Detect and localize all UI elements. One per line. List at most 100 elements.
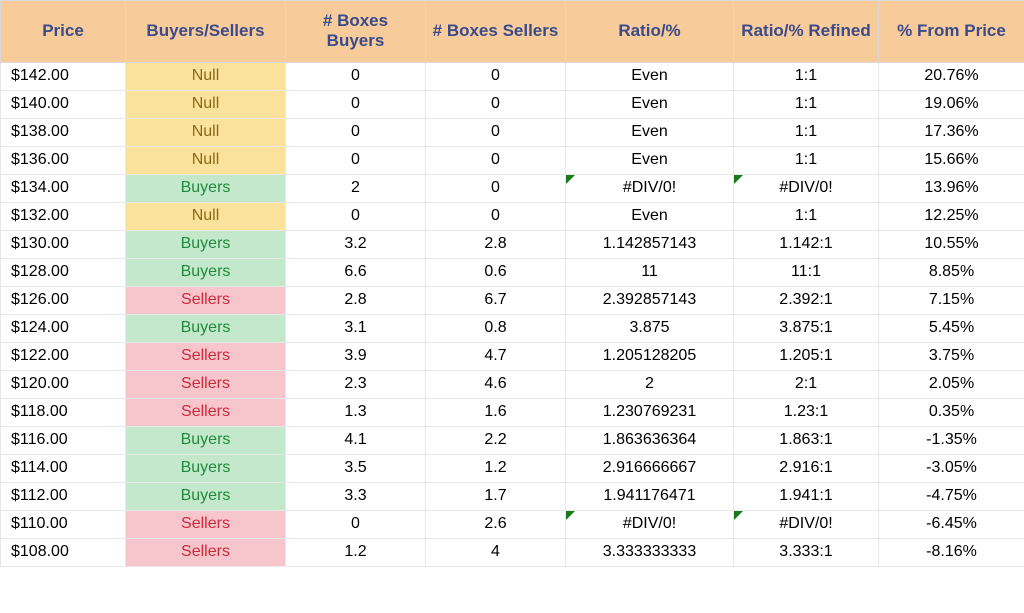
cell-boxes-sellers[interactable]: 0 bbox=[426, 118, 566, 146]
cell-ratio-refined[interactable]: #DIV/0! bbox=[734, 510, 879, 538]
cell-from-price[interactable]: -3.05% bbox=[879, 454, 1024, 482]
cell-price[interactable]: $110.00 bbox=[1, 510, 126, 538]
table-row[interactable]: $116.00Buyers4.12.21.8636363641.863:1-1.… bbox=[1, 426, 1024, 454]
cell-price[interactable]: $126.00 bbox=[1, 286, 126, 314]
table-row[interactable]: $142.00Null00Even1:120.76% bbox=[1, 62, 1024, 90]
cell-buyers-sellers[interactable]: Sellers bbox=[126, 510, 286, 538]
cell-price[interactable]: $120.00 bbox=[1, 370, 126, 398]
cell-ratio-refined[interactable]: 2.916:1 bbox=[734, 454, 879, 482]
header-ratio[interactable]: Ratio/% bbox=[566, 1, 734, 63]
header-price[interactable]: Price bbox=[1, 1, 126, 63]
table-row[interactable]: $130.00Buyers3.22.81.1428571431.142:110.… bbox=[1, 230, 1024, 258]
cell-ratio-refined[interactable]: 3.875:1 bbox=[734, 314, 879, 342]
cell-boxes-sellers[interactable]: 4.6 bbox=[426, 370, 566, 398]
cell-price[interactable]: $136.00 bbox=[1, 146, 126, 174]
cell-boxes-buyers[interactable]: 3.3 bbox=[286, 482, 426, 510]
cell-ratio-refined[interactable]: 1:1 bbox=[734, 118, 879, 146]
table-row[interactable]: $136.00Null00Even1:115.66% bbox=[1, 146, 1024, 174]
header-boxes-sellers[interactable]: # Boxes Sellers bbox=[426, 1, 566, 63]
cell-from-price[interactable]: 20.76% bbox=[879, 62, 1024, 90]
cell-from-price[interactable]: 15.66% bbox=[879, 146, 1024, 174]
cell-boxes-sellers[interactable]: 2.8 bbox=[426, 230, 566, 258]
cell-boxes-sellers[interactable]: 4.7 bbox=[426, 342, 566, 370]
cell-buyers-sellers[interactable]: Buyers bbox=[126, 174, 286, 202]
cell-price[interactable]: $140.00 bbox=[1, 90, 126, 118]
cell-buyers-sellers[interactable]: Sellers bbox=[126, 370, 286, 398]
cell-ratio[interactable]: Even bbox=[566, 62, 734, 90]
cell-ratio[interactable]: Even bbox=[566, 146, 734, 174]
table-row[interactable]: $122.00Sellers3.94.71.2051282051.205:13.… bbox=[1, 342, 1024, 370]
cell-ratio[interactable]: Even bbox=[566, 202, 734, 230]
cell-ratio-refined[interactable]: 1.142:1 bbox=[734, 230, 879, 258]
cell-from-price[interactable]: 3.75% bbox=[879, 342, 1024, 370]
cell-ratio-refined[interactable]: 1.941:1 bbox=[734, 482, 879, 510]
table-row[interactable]: $108.00Sellers1.243.3333333333.333:1-8.1… bbox=[1, 538, 1024, 566]
cell-boxes-sellers[interactable]: 0 bbox=[426, 62, 566, 90]
cell-price[interactable]: $134.00 bbox=[1, 174, 126, 202]
cell-ratio[interactable]: 2.392857143 bbox=[566, 286, 734, 314]
table-row[interactable]: $114.00Buyers3.51.22.9166666672.916:1-3.… bbox=[1, 454, 1024, 482]
cell-boxes-buyers[interactable]: 0 bbox=[286, 118, 426, 146]
table-row[interactable]: $126.00Sellers2.86.72.3928571432.392:17.… bbox=[1, 286, 1024, 314]
cell-ratio-refined[interactable]: 3.333:1 bbox=[734, 538, 879, 566]
cell-boxes-sellers[interactable]: 1.6 bbox=[426, 398, 566, 426]
cell-from-price[interactable]: 17.36% bbox=[879, 118, 1024, 146]
cell-from-price[interactable]: 7.15% bbox=[879, 286, 1024, 314]
cell-price[interactable]: $114.00 bbox=[1, 454, 126, 482]
cell-ratio[interactable]: Even bbox=[566, 118, 734, 146]
cell-price[interactable]: $132.00 bbox=[1, 202, 126, 230]
cell-boxes-buyers[interactable]: 1.3 bbox=[286, 398, 426, 426]
cell-boxes-sellers[interactable]: 0.8 bbox=[426, 314, 566, 342]
cell-from-price[interactable]: 19.06% bbox=[879, 90, 1024, 118]
cell-price[interactable]: $130.00 bbox=[1, 230, 126, 258]
cell-ratio[interactable]: 2 bbox=[566, 370, 734, 398]
cell-price[interactable]: $122.00 bbox=[1, 342, 126, 370]
cell-boxes-sellers[interactable]: 1.2 bbox=[426, 454, 566, 482]
cell-boxes-buyers[interactable]: 2 bbox=[286, 174, 426, 202]
cell-ratio-refined[interactable]: #DIV/0! bbox=[734, 174, 879, 202]
cell-boxes-sellers[interactable]: 0 bbox=[426, 174, 566, 202]
cell-boxes-buyers[interactable]: 4.1 bbox=[286, 426, 426, 454]
cell-buyers-sellers[interactable]: Sellers bbox=[126, 342, 286, 370]
header-ratio-refined[interactable]: Ratio/% Refined bbox=[734, 1, 879, 63]
cell-boxes-buyers[interactable]: 2.8 bbox=[286, 286, 426, 314]
cell-boxes-sellers[interactable]: 0 bbox=[426, 202, 566, 230]
table-row[interactable]: $120.00Sellers2.34.622:12.05% bbox=[1, 370, 1024, 398]
cell-from-price[interactable]: 12.25% bbox=[879, 202, 1024, 230]
cell-price[interactable]: $112.00 bbox=[1, 482, 126, 510]
cell-boxes-sellers[interactable]: 1.7 bbox=[426, 482, 566, 510]
cell-ratio-refined[interactable]: 1.205:1 bbox=[734, 342, 879, 370]
cell-boxes-buyers[interactable]: 3.2 bbox=[286, 230, 426, 258]
cell-from-price[interactable]: -6.45% bbox=[879, 510, 1024, 538]
cell-ratio[interactable]: 1.863636364 bbox=[566, 426, 734, 454]
cell-buyers-sellers[interactable]: Buyers bbox=[126, 426, 286, 454]
cell-boxes-buyers[interactable]: 0 bbox=[286, 510, 426, 538]
cell-ratio-refined[interactable]: 1.863:1 bbox=[734, 426, 879, 454]
cell-from-price[interactable]: 10.55% bbox=[879, 230, 1024, 258]
cell-ratio[interactable]: 2.916666667 bbox=[566, 454, 734, 482]
cell-ratio[interactable]: 1.142857143 bbox=[566, 230, 734, 258]
cell-ratio-refined[interactable]: 1.23:1 bbox=[734, 398, 879, 426]
cell-boxes-sellers[interactable]: 2.6 bbox=[426, 510, 566, 538]
header-buyers-sellers[interactable]: Buyers/Sellers bbox=[126, 1, 286, 63]
cell-boxes-buyers[interactable]: 0 bbox=[286, 202, 426, 230]
cell-buyers-sellers[interactable]: Buyers bbox=[126, 230, 286, 258]
cell-ratio-refined[interactable]: 2.392:1 bbox=[734, 286, 879, 314]
cell-buyers-sellers[interactable]: Sellers bbox=[126, 286, 286, 314]
cell-buyers-sellers[interactable]: Null bbox=[126, 118, 286, 146]
cell-from-price[interactable]: -4.75% bbox=[879, 482, 1024, 510]
cell-price[interactable]: $116.00 bbox=[1, 426, 126, 454]
cell-boxes-buyers[interactable]: 3.5 bbox=[286, 454, 426, 482]
cell-from-price[interactable]: 5.45% bbox=[879, 314, 1024, 342]
cell-buyers-sellers[interactable]: Buyers bbox=[126, 258, 286, 286]
cell-ratio-refined[interactable]: 2:1 bbox=[734, 370, 879, 398]
cell-boxes-buyers[interactable]: 0 bbox=[286, 146, 426, 174]
cell-from-price[interactable]: -1.35% bbox=[879, 426, 1024, 454]
cell-buyers-sellers[interactable]: Buyers bbox=[126, 314, 286, 342]
cell-from-price[interactable]: 8.85% bbox=[879, 258, 1024, 286]
cell-boxes-sellers[interactable]: 6.7 bbox=[426, 286, 566, 314]
header-from-price[interactable]: % From Price bbox=[879, 1, 1024, 63]
cell-boxes-buyers[interactable]: 6.6 bbox=[286, 258, 426, 286]
cell-from-price[interactable]: -8.16% bbox=[879, 538, 1024, 566]
cell-boxes-buyers[interactable]: 3.9 bbox=[286, 342, 426, 370]
